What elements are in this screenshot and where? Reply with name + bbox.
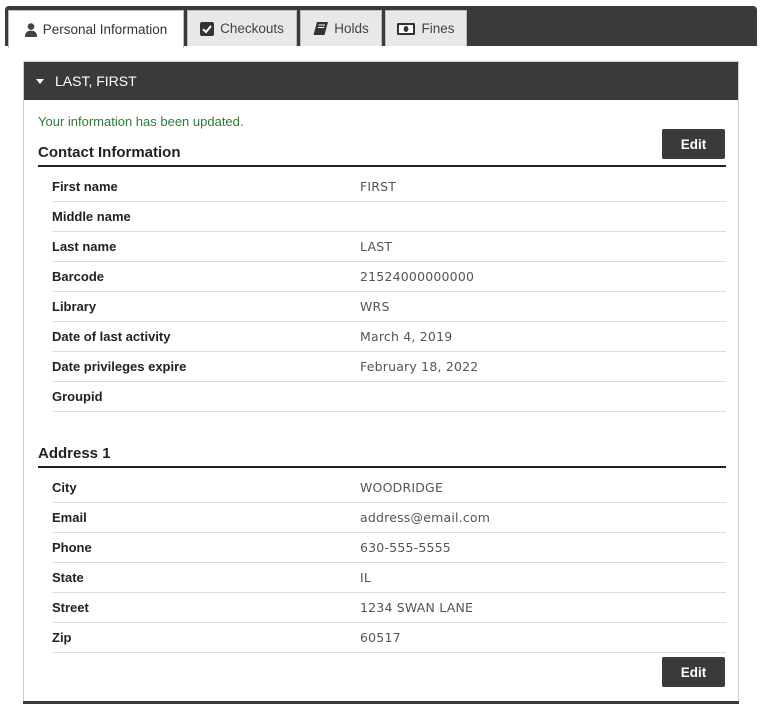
address-heading: Address 1 [38,445,726,468]
detail-value: February 18, 2022 [360,359,479,374]
detail-row: Zip 60517 [52,623,726,653]
detail-label: Library [52,299,97,314]
detail-label: First name [52,179,118,194]
detail-value: 21524000000000 [360,269,475,284]
detail-row: Street 1234 SWAN LANE [52,593,726,623]
detail-label: State [52,570,84,585]
detail-label: Barcode [52,269,105,284]
contact-information-heading: Contact Information [38,144,726,167]
caret-down-icon [36,78,44,84]
tab-holds[interactable]: Holds [300,10,382,46]
detail-label: Date of last activity [52,329,171,344]
detail-row: Date of last activity March 4, 2019 [52,322,726,352]
detail-value: IL [360,570,372,585]
detail-row: First name FIRST [52,172,726,202]
tab-bar: Personal Information Checkouts Holds Fin… [5,6,757,48]
detail-row: Last name LAST [52,232,726,262]
detail-value: 60517 [360,630,401,645]
detail-value: 630-555-5555 [360,540,451,555]
patron-account-page: Personal Information Checkouts Holds Fin… [0,0,764,704]
tab-fines[interactable]: Fines [385,10,467,46]
detail-row: City WOODRIDGE [52,473,726,503]
detail-value: FIRST [360,179,397,194]
contact-information-list: First name FIRST Middle name Last name L… [52,172,726,412]
detail-label: Email [52,510,87,525]
detail-value: address@email.com [360,510,491,525]
update-success-message: Your information has been updated. [38,114,244,129]
checkbox-icon [200,21,215,36]
detail-label: Groupid [52,389,103,404]
book-icon [313,21,329,36]
detail-label: Street [52,600,89,615]
detail-row: State IL [52,563,726,593]
detail-label: City [52,480,77,495]
detail-value: WRS [360,299,390,314]
detail-label: Date privileges expire [52,359,187,374]
detail-row: Middle name [52,202,726,232]
detail-row: Groupid [52,382,726,412]
detail-label: Zip [52,630,72,645]
edit-address-button[interactable]: Edit [662,657,725,687]
detail-label: Phone [52,540,92,555]
detail-row: Library WRS [52,292,726,322]
money-icon [397,22,416,35]
patron-name-header[interactable]: LAST, FIRST [24,62,738,100]
tab-personal-information[interactable]: Personal Information [8,10,184,48]
detail-row: Phone 630-555-5555 [52,533,726,563]
patron-name: LAST, FIRST [55,73,137,89]
address-list: City WOODRIDGE Email address@email.com P… [52,473,726,653]
detail-value: March 4, 2019 [360,329,453,344]
detail-row: Date privileges expire February 18, 2022 [52,352,726,382]
tab-label: Fines [421,21,455,36]
detail-value: LAST [360,239,393,254]
detail-row: Barcode 21524000000000 [52,262,726,292]
detail-row: Email address@email.com [52,503,726,533]
tab-label: Checkouts [220,21,284,36]
detail-label: Middle name [52,209,131,224]
tab-label: Personal Information [42,22,168,37]
detail-label: Last name [52,239,117,254]
patron-panel: LAST, FIRST Your information has been up… [23,61,739,704]
tab-label: Holds [334,21,369,36]
detail-value: WOODRIDGE [360,480,444,495]
detail-value: 1234 SWAN LANE [360,600,474,615]
person-icon [24,22,37,37]
tab-checkouts[interactable]: Checkouts [187,10,297,46]
